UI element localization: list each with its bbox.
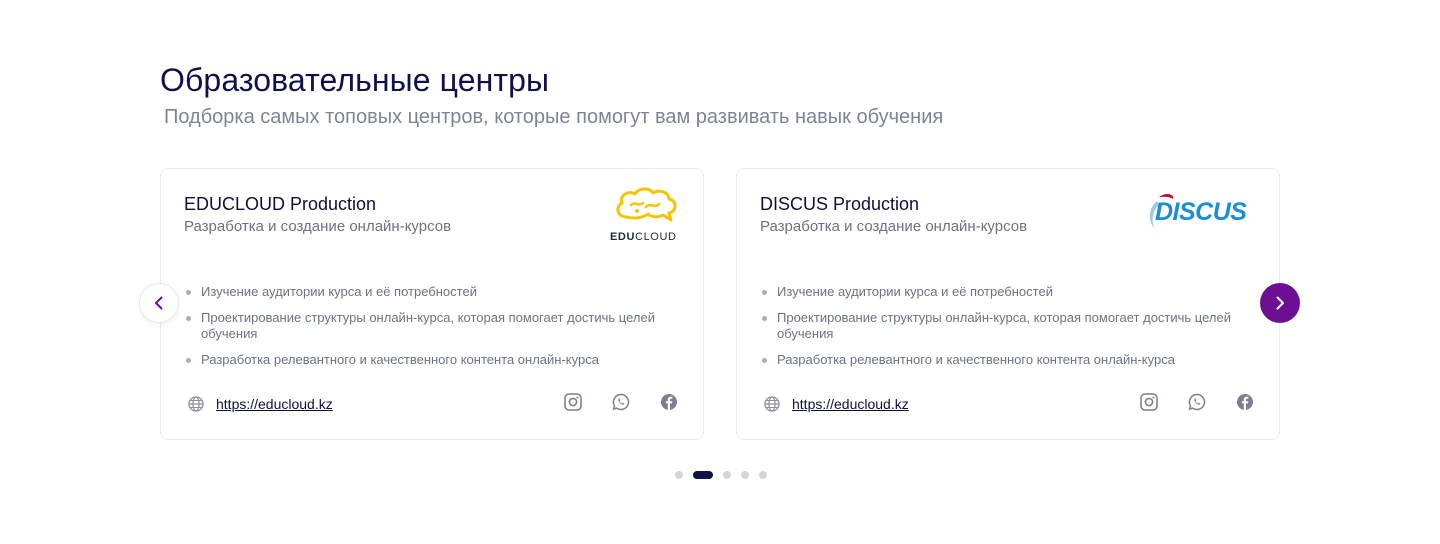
card-name: EDUCLOUD Production — [184, 194, 377, 214]
feature-item: Разработка релевантного и качественного … — [185, 352, 665, 368]
educloud-logo: EDUCLOUD — [610, 187, 679, 247]
card-description: Разработка и создание онлайн-курсов — [184, 218, 452, 235]
globe-icon — [188, 396, 204, 412]
whatsapp-icon[interactable] — [1187, 392, 1207, 412]
section-subtitle: Подборка самых топовых центров, которые … — [164, 106, 944, 128]
chevron-right-icon — [1276, 296, 1284, 310]
card-footer: https://educloud.kz — [761, 392, 1255, 416]
section-title: Образовательные центры — [160, 62, 550, 98]
globe-icon — [764, 396, 780, 412]
carousel-dot[interactable] — [758, 471, 767, 479]
carousel-dot[interactable] — [692, 471, 713, 479]
carousel-dot[interactable] — [722, 471, 731, 479]
discus-logo: DISCUS — [1145, 191, 1255, 235]
instagram-icon[interactable] — [1139, 392, 1159, 412]
facebook-icon[interactable] — [659, 392, 679, 412]
center-card-educloud[interactable]: EDUCLOUD Production Разработка и создани… — [160, 168, 704, 440]
carousel-dot[interactable] — [740, 471, 749, 479]
feature-item: Проектирование структуры онлайн-курса, к… — [185, 310, 665, 342]
facebook-icon[interactable] — [1235, 392, 1255, 412]
carousel-next-button[interactable] — [1260, 283, 1300, 323]
feature-item: Разработка релевантного и качественного … — [761, 352, 1241, 368]
whatsapp-icon[interactable] — [611, 392, 631, 412]
discus-wordmark: DISCUS — [1155, 198, 1247, 226]
logo-text-light: CLOUD — [635, 231, 677, 243]
education-centers-section: Образовательные центры Подборка самых то… — [160, 0, 1280, 544]
card-description: Разработка и создание онлайн-курсов — [760, 218, 1028, 235]
carousel-dot[interactable] — [674, 471, 683, 479]
feature-list: Изучение аудитории курса и её потребност… — [761, 284, 1241, 378]
center-card-discus[interactable]: DISCUS Production Разработка и создание … — [736, 168, 1280, 440]
chevron-left-icon — [155, 296, 163, 310]
feature-list: Изучение аудитории курса и её потребност… — [185, 284, 665, 378]
feature-item: Изучение аудитории курса и её потребност… — [185, 284, 665, 300]
feature-item: Проектирование структуры онлайн-курса, к… — [761, 310, 1241, 342]
card-name: DISCUS Production — [760, 194, 920, 214]
website-link[interactable]: https://educloud.kz — [792, 396, 909, 412]
website-link[interactable]: https://educloud.kz — [216, 396, 333, 412]
feature-item: Изучение аудитории курса и её потребност… — [761, 284, 1241, 300]
social-links — [1139, 392, 1255, 412]
card-footer: https://educloud.kz — [185, 392, 679, 416]
carousel-prev-button[interactable] — [139, 283, 179, 323]
carousel-pagination — [0, 471, 1440, 479]
social-links — [563, 392, 679, 412]
logo-text-bold: EDU — [610, 231, 636, 243]
instagram-icon[interactable] — [563, 392, 583, 412]
